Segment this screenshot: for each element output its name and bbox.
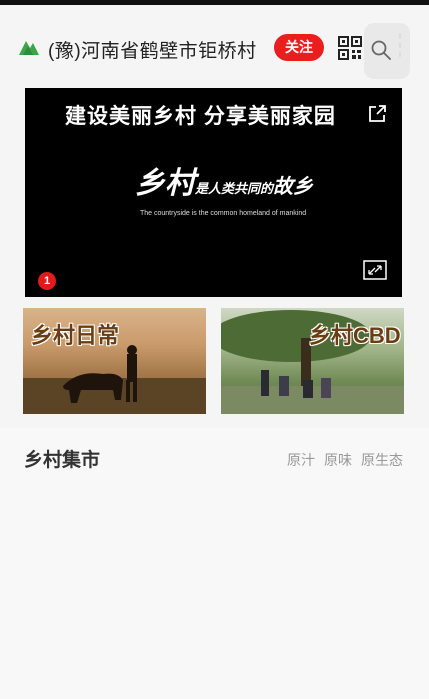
expand-icon[interactable] bbox=[363, 260, 387, 280]
banner-calligraphy: 乡村是人类共同的故乡 bbox=[135, 166, 314, 201]
market-section: 乡村集市 原汁 原味 原生态 bbox=[0, 428, 429, 699]
more-icon[interactable]: ⁝ ⁝ ⁝ bbox=[395, 33, 405, 69]
market-tags: 原汁 原味 原生态 bbox=[278, 450, 403, 470]
qr-code-icon[interactable] bbox=[338, 36, 362, 60]
search-button[interactable]: ⁝ ⁝ ⁝ bbox=[364, 23, 410, 79]
page-title: (豫)河南省鹤壁市钜桥村 bbox=[48, 41, 257, 62]
search-icon bbox=[371, 40, 391, 60]
tag: 原味 bbox=[324, 452, 352, 468]
share-icon[interactable] bbox=[367, 104, 387, 124]
follow-button[interactable]: 关注 bbox=[274, 34, 324, 61]
tag: 原汁 bbox=[287, 452, 315, 468]
banner-english-caption: The countryside is the common homeland o… bbox=[140, 210, 307, 217]
header: (豫)河南省鹤壁市钜桥村 关注 ⁝ ⁝ ⁝ bbox=[0, 5, 429, 85]
banner-headline: 建设美丽乡村 分享美丽家园 bbox=[65, 105, 336, 128]
tile-label: 乡村CBD bbox=[309, 323, 401, 348]
tile-label: 乡村日常 bbox=[31, 323, 120, 348]
tag: 原生态 bbox=[361, 452, 403, 468]
tile-village-daily[interactable]: 乡村日常 bbox=[23, 308, 206, 414]
mountain-logo-icon bbox=[19, 41, 39, 55]
page-indicator-badge: 1 bbox=[38, 272, 56, 290]
tile-village-cbd[interactable]: 乡村CBD bbox=[221, 308, 404, 414]
banner-video[interactable]: 建设美丽乡村 分享美丽家园 乡村是人类共同的故乡 The countryside… bbox=[25, 88, 402, 297]
section-title: 乡村集市 bbox=[24, 450, 101, 471]
